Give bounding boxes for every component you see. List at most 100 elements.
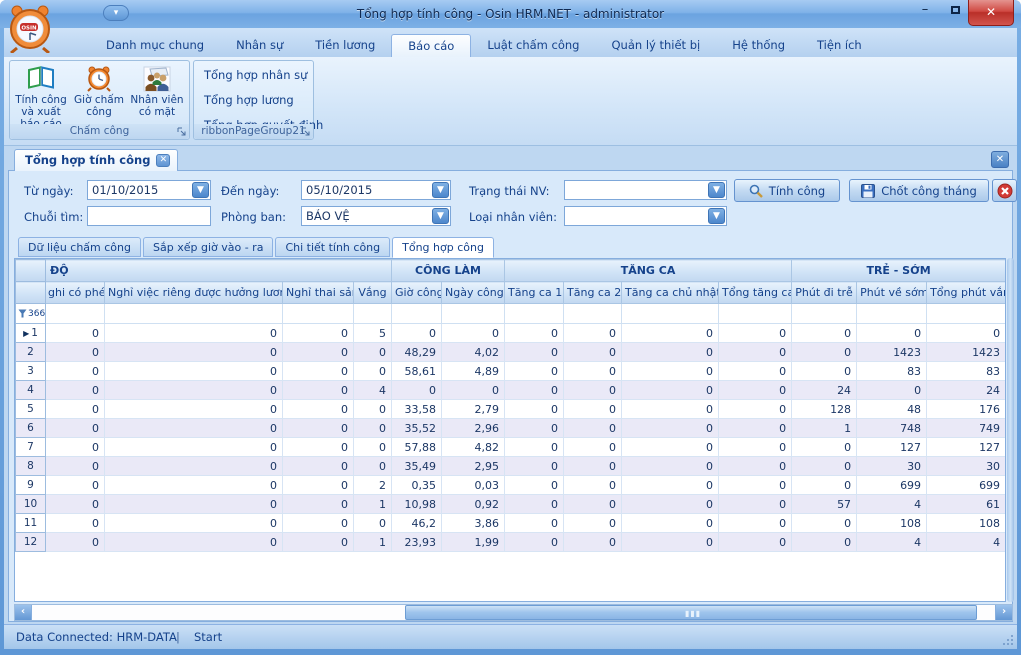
filter-cell[interactable]	[927, 304, 1006, 324]
grid-cell[interactable]: 0	[105, 362, 283, 381]
gio-cham-cong-button[interactable]: Giờ chấm công	[70, 64, 128, 126]
grid-cell[interactable]: 0	[564, 514, 622, 533]
den-ngay-datepicker[interactable]: 05/10/2015 ▼	[301, 180, 451, 200]
title-bar[interactable]: ▾ Tổng hợp tính công - Osin HRM.NET - ad…	[0, 0, 1021, 28]
grid-cell[interactable]: 0	[927, 324, 1006, 343]
grid-cell[interactable]: 0	[622, 343, 719, 362]
grid-cell[interactable]: 0	[354, 514, 392, 533]
grid-cell[interactable]: 0	[105, 400, 283, 419]
grid-cell[interactable]: 0	[719, 514, 792, 533]
band-tang-ca[interactable]: TĂNG CA	[505, 260, 792, 282]
grid-cell[interactable]: 0	[354, 457, 392, 476]
grid-cell[interactable]: 0	[505, 362, 564, 381]
tab-close-icon[interactable]: ✕	[156, 154, 170, 167]
scroll-left-icon[interactable]: ‹	[15, 605, 32, 620]
column-header[interactable]: Phút về sớm	[857, 282, 927, 304]
grid-cell[interactable]: 0	[564, 400, 622, 419]
grid-cell[interactable]: 0	[105, 438, 283, 457]
grid-cell[interactable]: 0	[622, 324, 719, 343]
chevron-down-icon[interactable]: ▼	[432, 182, 449, 198]
grid-cell[interactable]: 0	[105, 476, 283, 495]
grid-cell[interactable]: 61	[927, 495, 1006, 514]
grid-cell[interactable]: 0	[719, 400, 792, 419]
column-header[interactable]: Ngày công	[442, 282, 505, 304]
grid-cell[interactable]: 3,86	[442, 514, 505, 533]
grid-cell[interactable]: 108	[927, 514, 1006, 533]
grid-cell[interactable]: 0	[283, 514, 354, 533]
grid-cell[interactable]: 0,92	[442, 495, 505, 514]
filter-cell[interactable]	[392, 304, 442, 324]
grid-cell[interactable]: 0	[505, 495, 564, 514]
grid-cell[interactable]: 0	[46, 533, 105, 552]
tinh-cong-button[interactable]: Tính công	[734, 179, 840, 202]
column-header[interactable]: Phút đi trễ	[792, 282, 857, 304]
grid-cell[interactable]: 0,03	[442, 476, 505, 495]
grid-cell[interactable]: 0	[46, 362, 105, 381]
chot-cong-thang-button[interactable]: Chốt công tháng	[849, 179, 989, 202]
grid-cell[interactable]: 0	[283, 495, 354, 514]
grid-cell[interactable]: 0	[392, 381, 442, 400]
grid-cell[interactable]: 0	[505, 457, 564, 476]
column-header[interactable]: Tăng ca 1	[505, 282, 564, 304]
grid-cell[interactable]: 4	[857, 495, 927, 514]
grid-cell[interactable]: 0	[283, 419, 354, 438]
grid-cell[interactable]: 5	[354, 324, 392, 343]
dialog-launcher-icon[interactable]	[177, 127, 187, 137]
grid-cell[interactable]: 0	[622, 362, 719, 381]
grid-cell[interactable]: 0	[622, 438, 719, 457]
grid-cell[interactable]: 33,58	[392, 400, 442, 419]
grid-cell[interactable]: 0	[792, 343, 857, 362]
grid-cell[interactable]: 23,93	[392, 533, 442, 552]
column-header[interactable]: Nghỉ thai sản	[283, 282, 354, 304]
column-header[interactable]: Tổng phút vắng	[927, 282, 1006, 304]
grid-cell[interactable]: 0	[283, 381, 354, 400]
grid-cell[interactable]: 2,79	[442, 400, 505, 419]
grid-cell[interactable]: 0	[792, 476, 857, 495]
grid-cell[interactable]: 0	[442, 324, 505, 343]
grid-cell[interactable]: 0	[564, 457, 622, 476]
grid-cell[interactable]: 1	[354, 495, 392, 514]
grid-cell[interactable]: 0,35	[392, 476, 442, 495]
grid-cell[interactable]: 0	[46, 457, 105, 476]
grid-cell[interactable]: 108	[857, 514, 927, 533]
grid-cell[interactable]: 4	[927, 533, 1006, 552]
ribbon-tab-bao-cao[interactable]: Báo cáo	[391, 34, 471, 57]
grid-cell[interactable]: 0	[564, 533, 622, 552]
grid-cell[interactable]: 749	[927, 419, 1006, 438]
grid-cell[interactable]: 0	[505, 324, 564, 343]
chevron-down-icon[interactable]: ▼	[708, 182, 725, 198]
grid-cell[interactable]: 0	[283, 533, 354, 552]
column-header[interactable]: Nghỉ việc riêng được hưởng lương	[105, 282, 283, 304]
grid-cell[interactable]: 127	[857, 438, 927, 457]
grid-cell[interactable]: 0	[505, 419, 564, 438]
ribbon-tab-quan-ly-thiet-bi[interactable]: Quản lý thiết bị	[595, 34, 716, 57]
chevron-down-icon[interactable]: ▼	[192, 182, 209, 198]
grid-cell[interactable]: 1	[354, 533, 392, 552]
row-indicator[interactable]: 6	[16, 419, 46, 438]
grid-cell[interactable]: 127	[927, 438, 1006, 457]
row-indicator[interactable]: 10	[16, 495, 46, 514]
grid-cell[interactable]: 0	[564, 362, 622, 381]
grid-cell[interactable]: 0	[354, 343, 392, 362]
grid-cell[interactable]: 0	[719, 495, 792, 514]
grid-cell[interactable]: 0	[46, 476, 105, 495]
grid-cell[interactable]: 0	[792, 324, 857, 343]
tong-hop-nhan-su-item[interactable]: Tổng hợp nhân sự	[194, 63, 313, 88]
grid-cell[interactable]: 0	[505, 438, 564, 457]
grid-cell[interactable]: 0	[505, 343, 564, 362]
row-indicator[interactable]: 12	[16, 533, 46, 552]
ribbon-tab-nhan-su[interactable]: Nhân sự	[220, 34, 299, 57]
row-indicator[interactable]: 9	[16, 476, 46, 495]
band-cong-lam[interactable]: CÔNG LÀM	[392, 260, 505, 282]
grid-cell[interactable]: 176	[927, 400, 1006, 419]
document-tab-tong-hop-tinh-cong[interactable]: Tổng hợp tính công ✕	[14, 149, 178, 171]
vertical-scrollbar[interactable]	[1007, 258, 1014, 602]
grid-cell[interactable]: 0	[105, 457, 283, 476]
grid-cell[interactable]: 58,61	[392, 362, 442, 381]
grid-cell[interactable]: 0	[564, 343, 622, 362]
row-indicator[interactable]: 8	[16, 457, 46, 476]
grid-cell[interactable]: 0	[622, 533, 719, 552]
grid-cell[interactable]: 0	[283, 438, 354, 457]
tu-ngay-datepicker[interactable]: 01/10/2015 ▼	[87, 180, 211, 200]
document-close-button[interactable]: ✕	[991, 151, 1009, 168]
